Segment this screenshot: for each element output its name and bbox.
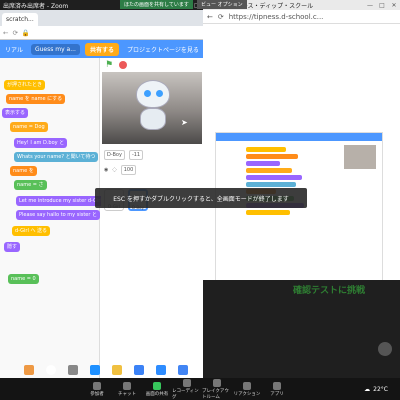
task-view-icon[interactable] xyxy=(68,365,78,375)
sprite-x-field[interactable]: -11 xyxy=(128,150,144,160)
reaction-label: リアクション xyxy=(233,391,261,397)
apps-icon xyxy=(273,381,281,390)
challenge-test-button[interactable]: 確認テストに挑戦 xyxy=(293,283,365,296)
apps-label: アプリ xyxy=(270,391,284,397)
scratch-menubar: リアル Guess my a... 共有する プロジェクトページを見る xyxy=(0,40,203,58)
code-block[interactable]: Whats your name? と聞いて待つ xyxy=(14,152,99,162)
green-flag-icon[interactable]: ⚑ xyxy=(105,60,113,70)
hide-eye-icon[interactable]: ◌ xyxy=(112,167,116,173)
code-block[interactable]: 隠す xyxy=(4,242,21,252)
code-block[interactable]: d-Girl へ 送る xyxy=(12,226,51,236)
stage-panel: ⚑ ➤ D-Boy -11 ◉ ◌ 100 xyxy=(101,58,203,378)
reaction-icon xyxy=(243,381,251,390)
sprite-name-field[interactable]: D-Boy xyxy=(104,150,125,160)
record-button[interactable]: レコーディング xyxy=(172,378,202,400)
scroll-top-icon[interactable] xyxy=(378,342,392,356)
file-explorer-icon[interactable] xyxy=(112,365,122,375)
code-block[interactable]: name を xyxy=(10,166,37,176)
browser-tab[interactable]: scratch... xyxy=(2,13,38,26)
browser-tabbar: scratch... xyxy=(0,10,203,26)
code-area[interactable]: が押されたとき name を name にする表示する name = Dog Hey!… xyxy=(0,58,112,378)
tutorial-button[interactable]: リアル xyxy=(2,43,26,56)
chat-button[interactable]: チャット xyxy=(112,381,142,397)
back-icon[interactable]: ← xyxy=(3,29,8,37)
lock-icon: 🔒 xyxy=(21,28,30,37)
share-screen-icon xyxy=(153,381,161,390)
temperature-text: 22°C xyxy=(373,385,388,393)
store-icon[interactable] xyxy=(134,365,144,375)
breakout-button[interactable]: ブレイクアウトルーム xyxy=(202,378,232,400)
apps-button[interactable]: アプリ xyxy=(262,381,292,397)
reload-icon[interactable]: ⟳ xyxy=(218,13,224,21)
taskbar-apps xyxy=(0,363,400,377)
share-button[interactable]: 共有する xyxy=(84,42,119,56)
participants-icon xyxy=(93,381,101,390)
reload-icon[interactable]: ⟳ xyxy=(12,29,17,37)
weather-widget[interactable]: ☁ 22°C xyxy=(364,386,388,393)
code-block[interactable]: name を name にする xyxy=(6,94,66,104)
address-bar[interactable]: ← ⟳ 🔒 xyxy=(0,26,203,40)
participants-button[interactable]: 参加者 xyxy=(82,381,112,397)
screenshot-stage xyxy=(344,145,376,169)
record-label: レコーディング xyxy=(172,388,199,400)
right-window: ゲーム制作コース・ディップ・スクール — □ ✕ ← ⟳ https://tip… xyxy=(203,0,400,280)
sprite-size-field[interactable]: 100 xyxy=(120,165,137,175)
cortana-icon[interactable] xyxy=(46,365,56,375)
project-page-button[interactable]: プロジェクトページを見る xyxy=(124,43,202,56)
zoom-app-icon[interactable] xyxy=(156,365,166,375)
share-screen-label: 画面の共有 xyxy=(145,391,169,397)
code-block[interactable]: name = 0 xyxy=(8,274,39,284)
chat-label: チャット xyxy=(118,391,136,397)
screen-share-status: ほたの画面を共有しています xyxy=(120,0,193,9)
back-icon[interactable]: ← xyxy=(207,13,213,21)
edge-icon[interactable] xyxy=(90,365,100,375)
url-text[interactable]: https://tipness.d-school.c... xyxy=(229,13,324,21)
code-block[interactable]: name = Dog xyxy=(10,122,48,132)
stage-controls: ⚑ xyxy=(101,58,203,72)
zoom-toolbar: 参加者 チャット 画面の共有 レコーディング ブレイクアウトルーム リアクション… xyxy=(0,378,400,400)
stage-canvas[interactable]: ➤ xyxy=(102,72,202,144)
maximize-icon[interactable]: □ xyxy=(376,2,388,9)
code-block[interactable]: が押されたとき xyxy=(4,80,46,90)
breakout-icon xyxy=(213,378,221,387)
app-icon[interactable] xyxy=(24,365,34,375)
minimize-icon[interactable]: — xyxy=(364,2,376,9)
robot-sprite[interactable] xyxy=(136,80,170,108)
chat-icon xyxy=(123,381,131,390)
code-block[interactable]: 表示する xyxy=(2,108,29,118)
robot-eye xyxy=(156,90,163,97)
record-icon xyxy=(183,378,191,387)
breakout-label: ブレイクアウトルーム xyxy=(202,388,229,400)
share-screen-button[interactable]: 画面の共有 xyxy=(142,381,172,397)
right-page-content: challenge xyxy=(203,24,400,280)
show-eye-icon[interactable]: ◉ xyxy=(104,167,108,173)
close-icon[interactable]: ✕ xyxy=(388,2,400,9)
project-name-field[interactable]: Guess my a... xyxy=(30,43,80,55)
view-options-button[interactable]: ビュー オプション xyxy=(197,0,247,9)
scratch-editor: が押されたとき name を name にする表示する name = Dog Hey!… xyxy=(0,58,203,378)
cloud-icon: ☁ xyxy=(364,385,371,393)
chrome-icon[interactable] xyxy=(178,365,188,375)
code-block[interactable]: Please say hallo to my sister と xyxy=(16,210,101,220)
code-block[interactable]: Hey! I am D.boy と xyxy=(14,138,68,148)
right-address-bar[interactable]: ← ⟳ https://tipness.d-school.c... xyxy=(203,10,400,24)
code-block[interactable]: name = さ xyxy=(14,180,47,190)
robot-body xyxy=(140,108,166,130)
participants-label: 参加者 xyxy=(90,391,104,397)
screenshot-menubar xyxy=(216,133,382,141)
stop-icon[interactable] xyxy=(119,61,128,69)
robot-eye xyxy=(144,90,151,97)
mouse-cursor-icon: ➤ xyxy=(181,118,188,127)
fullscreen-toast: ESC を押すかダブルクリックすると、全画面モードが終了します xyxy=(95,188,307,208)
reaction-button[interactable]: リアクション xyxy=(232,381,262,397)
